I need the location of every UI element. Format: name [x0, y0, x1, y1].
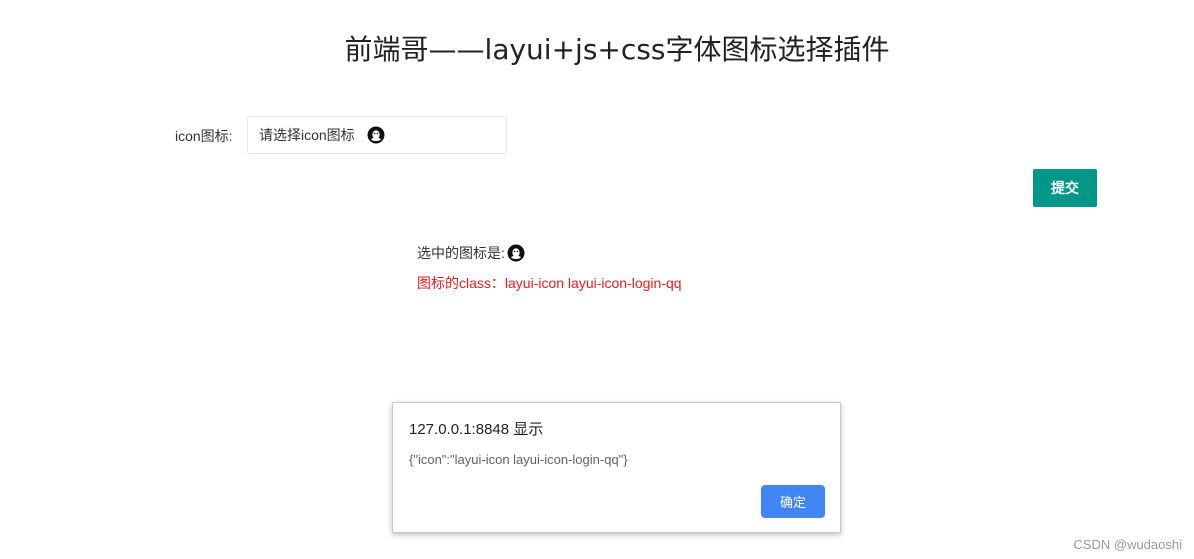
- icon-field-label: icon图标:: [175, 128, 233, 144]
- watermark: CSDN @wudaoshi: [1073, 537, 1182, 552]
- page-title: 前端哥——layui+js+css字体图标选择插件: [344, 33, 890, 66]
- alert-dialog: 127.0.0.1:8848 显示 {"icon":"layui-icon la…: [392, 402, 841, 533]
- alert-ok-button[interactable]: 确定: [761, 485, 825, 518]
- selected-icon-line: 选中的图标是:: [417, 243, 525, 263]
- icon-class-text: 图标的class：layui-icon layui-icon-login-qq: [417, 275, 682, 291]
- icon-picker-placeholder: 请选择icon图标: [259, 127, 355, 143]
- alert-title: 127.0.0.1:8848 显示: [409, 421, 544, 438]
- submit-button[interactable]: 提交: [1033, 169, 1097, 207]
- selected-icon-label: 选中的图标是:: [417, 245, 505, 261]
- alert-message: {"icon":"layui-icon layui-icon-login-qq"…: [409, 452, 628, 467]
- icon-picker-field[interactable]: 请选择icon图标: [247, 116, 507, 154]
- qq-icon: [507, 244, 525, 262]
- qq-icon: [367, 126, 385, 144]
